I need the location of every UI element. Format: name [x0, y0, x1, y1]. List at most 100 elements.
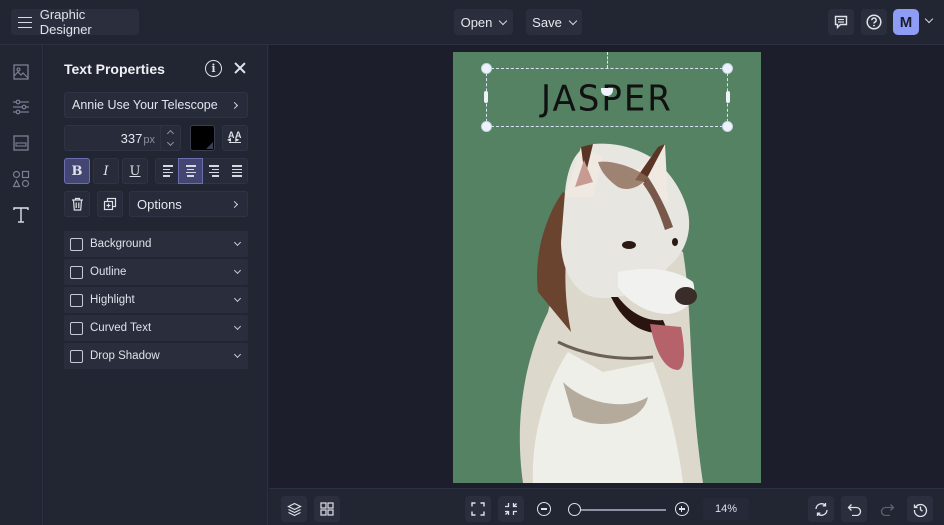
align-center-icon [185, 165, 196, 177]
fit-to-screen-button[interactable] [465, 496, 491, 522]
tool-rail [0, 45, 43, 525]
comment-button[interactable] [828, 9, 854, 35]
delete-button[interactable] [64, 191, 90, 217]
align-left-icon [162, 165, 173, 177]
open-label: Open [460, 14, 493, 30]
rail-item-shapes[interactable] [11, 169, 31, 189]
zoom-in-icon[interactable] [675, 502, 689, 516]
text-selection-box[interactable] [481, 63, 733, 132]
chevron-up-icon[interactable] [166, 129, 175, 138]
align-left-button[interactable] [156, 159, 179, 183]
chevron-right-icon [230, 200, 239, 209]
underline-button[interactable]: U [122, 158, 148, 184]
outline-checkbox[interactable] [70, 265, 83, 279]
background-checkbox[interactable] [70, 237, 83, 251]
effect-outline[interactable]: Outline [64, 259, 248, 285]
bold-button[interactable]: B [64, 158, 90, 184]
zoom-slider[interactable] [568, 503, 666, 516]
effect-curved-text[interactable]: Curved Text [64, 315, 248, 341]
resize-handle-left[interactable] [484, 91, 488, 103]
resize-handle-right[interactable] [726, 91, 730, 103]
align-justify-button[interactable] [225, 159, 248, 183]
font-size-input[interactable]: 337px [64, 125, 181, 151]
rail-item-adjustments[interactable] [11, 97, 31, 117]
rail-item-text[interactable] [11, 205, 31, 225]
duplicate-button[interactable] [97, 191, 123, 217]
chevron-down-icon [568, 16, 578, 25]
underline-icon: U [129, 163, 141, 179]
effect-background[interactable]: Background [64, 231, 248, 257]
redo-icon [880, 503, 894, 516]
text-icon [13, 207, 29, 223]
resize-handle-top-left[interactable] [481, 63, 492, 74]
align-right-icon [208, 165, 219, 177]
undo-button[interactable] [841, 496, 867, 522]
text-properties-panel: Text Properties i Annie Use Your Telesco… [44, 45, 268, 525]
alignment-group [155, 158, 248, 184]
help-button[interactable] [861, 9, 887, 35]
trash-icon [71, 197, 83, 211]
text-color-swatch[interactable] [190, 125, 215, 151]
shrink-to-fit-button[interactable] [498, 496, 524, 522]
layers-icon [286, 502, 302, 516]
artboard[interactable]: JASPER [453, 52, 761, 483]
effect-label: Outline [90, 266, 127, 278]
canvas-workspace: JASPER [269, 45, 944, 488]
resize-handle-bottom-right[interactable] [722, 121, 733, 132]
history-button[interactable] [907, 496, 933, 522]
highlight-checkbox[interactable] [70, 293, 83, 307]
chevron-down-icon[interactable] [233, 266, 242, 275]
chevron-down-icon[interactable] [233, 238, 242, 247]
shapes-icon [12, 170, 30, 188]
font-size-stepper[interactable] [160, 126, 180, 150]
help-icon [866, 14, 882, 30]
shrink-icon [505, 503, 517, 515]
effect-label: Drop Shadow [90, 350, 160, 362]
effect-label: Highlight [90, 294, 135, 306]
refresh-icon [814, 502, 828, 516]
chevron-down-icon[interactable] [233, 350, 242, 359]
chevron-down-icon[interactable] [166, 138, 175, 147]
font-size-display: 337px [121, 131, 155, 146]
chevron-down-icon[interactable] [233, 294, 242, 303]
zoom-out-icon[interactable] [537, 502, 551, 516]
font-family-value: Annie Use Your Telescope [72, 98, 218, 112]
grid-view-button[interactable] [314, 496, 340, 522]
italic-button[interactable]: I [93, 158, 119, 184]
open-button[interactable]: Open [454, 9, 513, 35]
account-menu-chevron-icon[interactable] [924, 14, 934, 24]
bold-icon: B [71, 163, 83, 179]
save-button[interactable]: Save [526, 9, 582, 35]
curved-text-checkbox[interactable] [70, 321, 83, 335]
align-right-button[interactable] [202, 159, 225, 183]
chevron-down-icon[interactable] [233, 322, 242, 331]
font-size-unit: px [143, 134, 155, 146]
replace-button[interactable] [808, 496, 834, 522]
rail-item-backgrounds[interactable] [11, 133, 31, 153]
background-icon [13, 135, 29, 151]
grid-icon [320, 502, 334, 516]
effect-label: Background [90, 238, 152, 250]
zoom-level-display[interactable]: 14% [703, 498, 749, 520]
rail-item-images[interactable] [11, 62, 31, 82]
expand-icon [471, 502, 485, 516]
options-button[interactable]: Options [129, 191, 248, 217]
close-icon[interactable] [232, 60, 248, 76]
drop-shadow-checkbox[interactable] [70, 349, 83, 363]
resize-handle-bottom-left[interactable] [481, 121, 492, 132]
hamburger-menu-icon [18, 16, 32, 28]
zoom-slider-thumb[interactable] [568, 503, 581, 516]
resize-handle-top-right[interactable] [722, 63, 733, 74]
info-icon[interactable]: i [205, 60, 222, 77]
text-spacing-button[interactable]: AA [222, 125, 248, 151]
horizontal-arrow-icon [227, 135, 242, 145]
redo-button[interactable] [874, 496, 900, 522]
image-icon [13, 64, 29, 80]
effect-highlight[interactable]: Highlight [64, 287, 248, 313]
user-avatar[interactable]: M [893, 9, 919, 35]
app-menu-button[interactable]: Graphic Designer [11, 7, 139, 37]
font-family-select[interactable]: Annie Use Your Telescope [64, 92, 248, 118]
layers-button[interactable] [281, 496, 307, 522]
effect-drop-shadow[interactable]: Drop Shadow [64, 343, 248, 369]
align-center-button[interactable] [178, 158, 203, 184]
